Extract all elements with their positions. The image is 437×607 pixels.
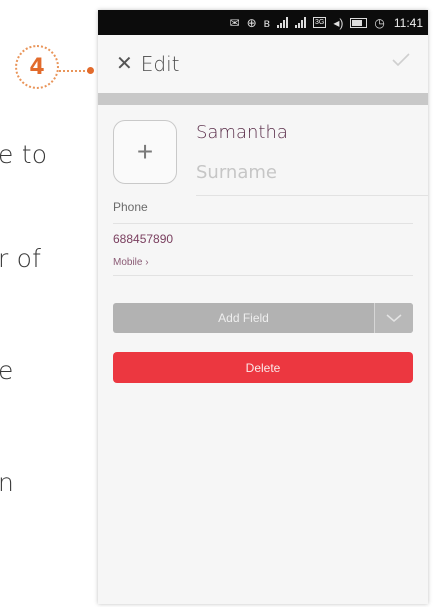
status-bar: ✉ ⊕ ʙ 3G ◂) ◷ 11:41 bbox=[98, 10, 428, 35]
signal-icon-2 bbox=[295, 17, 306, 28]
callout-leader-line bbox=[59, 70, 89, 72]
surname-input[interactable] bbox=[196, 162, 396, 183]
first-name-field[interactable]: Samantha bbox=[196, 122, 288, 143]
bluetooth-icon: ʙ bbox=[263, 15, 270, 30]
network-type-icon: 3G bbox=[313, 17, 327, 28]
name-divider bbox=[196, 195, 428, 196]
tutorial-text-line-2: r of bbox=[0, 244, 42, 273]
battery-icon bbox=[350, 17, 368, 28]
tutorial-text-line-3: e bbox=[0, 356, 14, 385]
callout-badge: 4 bbox=[15, 45, 59, 89]
tutorial-page: e to r of e n 4 ✉ ⊕ ʙ 3G ◂) ◷ 11:41 ✕ Ed… bbox=[0, 0, 437, 607]
header-divider bbox=[98, 93, 428, 105]
close-icon[interactable]: ✕ bbox=[116, 54, 133, 74]
callout-pointer-dot bbox=[87, 67, 94, 74]
avatar-add-button[interactable]: + bbox=[113, 120, 177, 184]
message-icon: ✉ bbox=[229, 15, 240, 30]
tutorial-text-line-4: n bbox=[0, 468, 15, 497]
volume-icon: ◂) bbox=[333, 15, 344, 30]
add-field-dropdown[interactable] bbox=[375, 303, 413, 333]
callout-number: 4 bbox=[29, 54, 45, 80]
phone-section-label: Phone bbox=[113, 200, 148, 214]
tutorial-text-line-1: e to bbox=[0, 140, 48, 169]
phone-divider bbox=[113, 223, 413, 224]
location-icon: ⊕ bbox=[246, 15, 257, 30]
checkmark-icon[interactable] bbox=[392, 53, 410, 72]
signal-icon bbox=[277, 17, 288, 28]
plus-icon: + bbox=[136, 136, 154, 167]
status-time: 11:41 bbox=[393, 15, 423, 30]
add-field-button[interactable]: Add Field bbox=[113, 303, 375, 333]
chevron-down-icon bbox=[386, 314, 402, 322]
page-title: Edit bbox=[140, 52, 180, 76]
phone-screen: ✉ ⊕ ʙ 3G ◂) ◷ 11:41 ✕ Edit + Samantha Su… bbox=[98, 10, 428, 604]
phone-type-divider bbox=[113, 275, 413, 276]
clock-icon: ◷ bbox=[374, 15, 385, 30]
phone-type-selector[interactable]: Mobile › bbox=[113, 257, 149, 268]
edit-header: ✕ Edit bbox=[98, 35, 428, 93]
add-field-control: Add Field bbox=[113, 303, 413, 333]
delete-button[interactable]: Delete bbox=[113, 352, 413, 383]
phone-number-field[interactable]: 688457890 bbox=[113, 232, 173, 246]
